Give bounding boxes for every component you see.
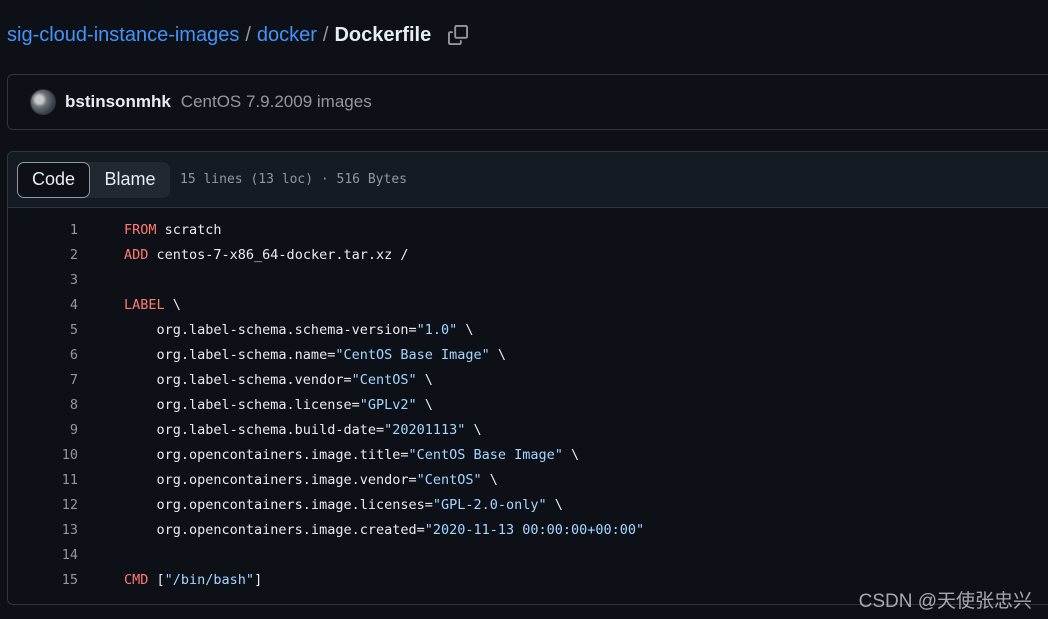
code-token: \ <box>416 372 433 388</box>
string-token: "CentOS" <box>416 472 482 488</box>
line-content: org.label-schema.build-date="20201113" \ <box>124 418 482 443</box>
line-number[interactable]: 12 <box>8 493 78 518</box>
keyword-token: ADD <box>124 247 149 263</box>
line-number[interactable]: 7 <box>8 368 78 393</box>
string-token: "2020-11-13 00:00:00+00:00" <box>424 522 645 538</box>
avatar[interactable] <box>30 89 56 115</box>
line-content: LABEL \ <box>124 293 181 318</box>
line-number[interactable]: 5 <box>8 318 78 343</box>
code-line: 1 FROM scratch <box>8 218 644 243</box>
code-line: 12 org.opencontainers.image.licenses="GP… <box>8 493 644 518</box>
line-content: org.opencontainers.image.licenses="GPL-2… <box>124 493 563 518</box>
line-content: org.label-schema.name="CentOS Base Image… <box>124 343 507 368</box>
line-content: CMD ["/bin/bash"] <box>124 568 262 593</box>
code-token: org.label-schema.schema-version= <box>124 322 417 338</box>
code-token: \ <box>416 397 433 413</box>
code-token: org.label-schema.vendor= <box>124 372 352 388</box>
code-line: 9 org.label-schema.build-date="20201113"… <box>8 418 644 443</box>
code-token: [ <box>148 572 165 588</box>
code-token: centos-7-x86_64-docker.tar.xz / <box>148 247 409 263</box>
line-number[interactable]: 15 <box>8 568 78 593</box>
code-token: org.label-schema.name= <box>124 347 336 363</box>
code-token: org.opencontainers.image.title= <box>124 447 409 463</box>
line-number[interactable]: 3 <box>8 268 78 293</box>
breadcrumb-current-file: Dockerfile <box>334 23 432 46</box>
code-token: org.opencontainers.image.created= <box>124 522 425 538</box>
file-header: Code Blame 15 lines (13 loc) · 516 Bytes <box>8 152 1048 208</box>
line-number[interactable]: 6 <box>8 343 78 368</box>
code-line: 6 org.label-schema.name="CentOS Base Ima… <box>8 343 644 368</box>
breadcrumb-folder-link[interactable]: docker <box>257 24 317 47</box>
code-token: ] <box>254 572 263 588</box>
code-line: 7 org.label-schema.vendor="CentOS" \ <box>8 368 644 393</box>
line-number[interactable]: 14 <box>8 543 78 568</box>
view-toggle: Code Blame <box>17 161 170 198</box>
code-token: \ <box>481 472 498 488</box>
code-line: 13 org.opencontainers.image.created="202… <box>8 518 644 543</box>
code-line: 8 org.label-schema.license="GPLv2" \ <box>8 393 644 418</box>
line-content: ADD centos-7-x86_64-docker.tar.xz / <box>124 243 408 268</box>
breadcrumb-separator: / <box>245 23 251 46</box>
copy-path-button[interactable] <box>447 24 469 46</box>
code-token: scratch <box>156 222 222 238</box>
line-number[interactable]: 8 <box>8 393 78 418</box>
latest-commit-bar: bstinsonmhk CentOS 7.9.2009 images <box>7 74 1048 130</box>
watermark: CSDN @天使张忠兴 <box>858 591 1032 612</box>
file-viewer: Code Blame 15 lines (13 loc) · 516 Bytes… <box>7 151 1048 605</box>
string-token: "GPLv2" <box>359 397 417 413</box>
line-number[interactable]: 11 <box>8 468 78 493</box>
keyword-token: CMD <box>124 572 149 588</box>
line-content: org.label-schema.schema-version="1.0" \ <box>124 318 474 343</box>
code-line: 10 org.opencontainers.image.title="CentO… <box>8 443 644 468</box>
copy-icon <box>448 25 469 45</box>
string-token: "CentOS" <box>351 372 417 388</box>
blame-tab[interactable]: Blame <box>90 162 170 198</box>
breadcrumb-repo-link[interactable]: sig-cloud-instance-images <box>7 24 239 47</box>
code-line: 4 LABEL \ <box>8 293 644 318</box>
line-number[interactable]: 4 <box>8 293 78 318</box>
code-line: 2 ADD centos-7-x86_64-docker.tar.xz / <box>8 243 644 268</box>
code-tab[interactable]: Code <box>17 161 90 198</box>
code-token: \ <box>489 347 507 363</box>
code-token: \ <box>465 422 482 438</box>
code-token: \ <box>546 497 563 513</box>
line-content: org.label-schema.license="GPLv2" \ <box>124 393 433 418</box>
line-number[interactable]: 2 <box>8 243 78 268</box>
string-token: "CentOS Base Image" <box>408 447 563 463</box>
code-line: 11 org.opencontainers.image.vendor="Cent… <box>8 468 644 493</box>
code-line: 5 org.label-schema.schema-version="1.0" … <box>8 318 644 343</box>
breadcrumb: sig-cloud-instance-images / docker / Doc… <box>7 20 469 50</box>
line-number[interactable]: 13 <box>8 518 78 543</box>
keyword-token: FROM <box>124 222 157 238</box>
file-info: 15 lines (13 loc) · 516 Bytes <box>180 172 407 187</box>
code-line: 15 CMD ["/bin/bash"] <box>8 568 644 593</box>
line-number[interactable]: 9 <box>8 418 78 443</box>
code-token: \ <box>562 447 580 463</box>
code-token: org.opencontainers.image.licenses= <box>124 497 433 513</box>
line-content: org.label-schema.vendor="CentOS" \ <box>124 368 433 393</box>
commit-author-link[interactable]: bstinsonmhk <box>65 92 171 112</box>
string-token: "20201113" <box>384 422 466 438</box>
string-token: "1.0" <box>416 322 458 338</box>
code-token: org.label-schema.license= <box>124 397 360 413</box>
line-content: FROM scratch <box>124 218 222 243</box>
code-line: 14 <box>8 543 644 568</box>
code-token: \ <box>457 322 474 338</box>
line-content: org.opencontainers.image.created="2020-1… <box>124 518 645 543</box>
code-token: \ <box>164 297 181 313</box>
code-token: org.label-schema.build-date= <box>124 422 385 438</box>
keyword-token: LABEL <box>124 297 165 313</box>
string-token: "/bin/bash" <box>164 572 255 588</box>
line-content: org.opencontainers.image.title="CentOS B… <box>124 443 580 468</box>
line-number[interactable]: 1 <box>8 218 78 243</box>
string-token: "GPL-2.0-only" <box>432 497 547 513</box>
breadcrumb-separator: / <box>322 23 329 46</box>
code-line: 3 <box>8 268 644 293</box>
line-content: org.opencontainers.image.vendor="CentOS"… <box>124 468 498 493</box>
string-token: "CentOS Base Image" <box>335 347 490 363</box>
code-token: org.opencontainers.image.vendor= <box>124 472 417 488</box>
commit-message-link[interactable]: CentOS 7.9.2009 images <box>181 92 372 112</box>
line-number[interactable]: 10 <box>8 443 78 468</box>
code-view[interactable]: 1 FROM scratch 2 ADD centos-7-x86_64-docker… <box>8 218 644 593</box>
